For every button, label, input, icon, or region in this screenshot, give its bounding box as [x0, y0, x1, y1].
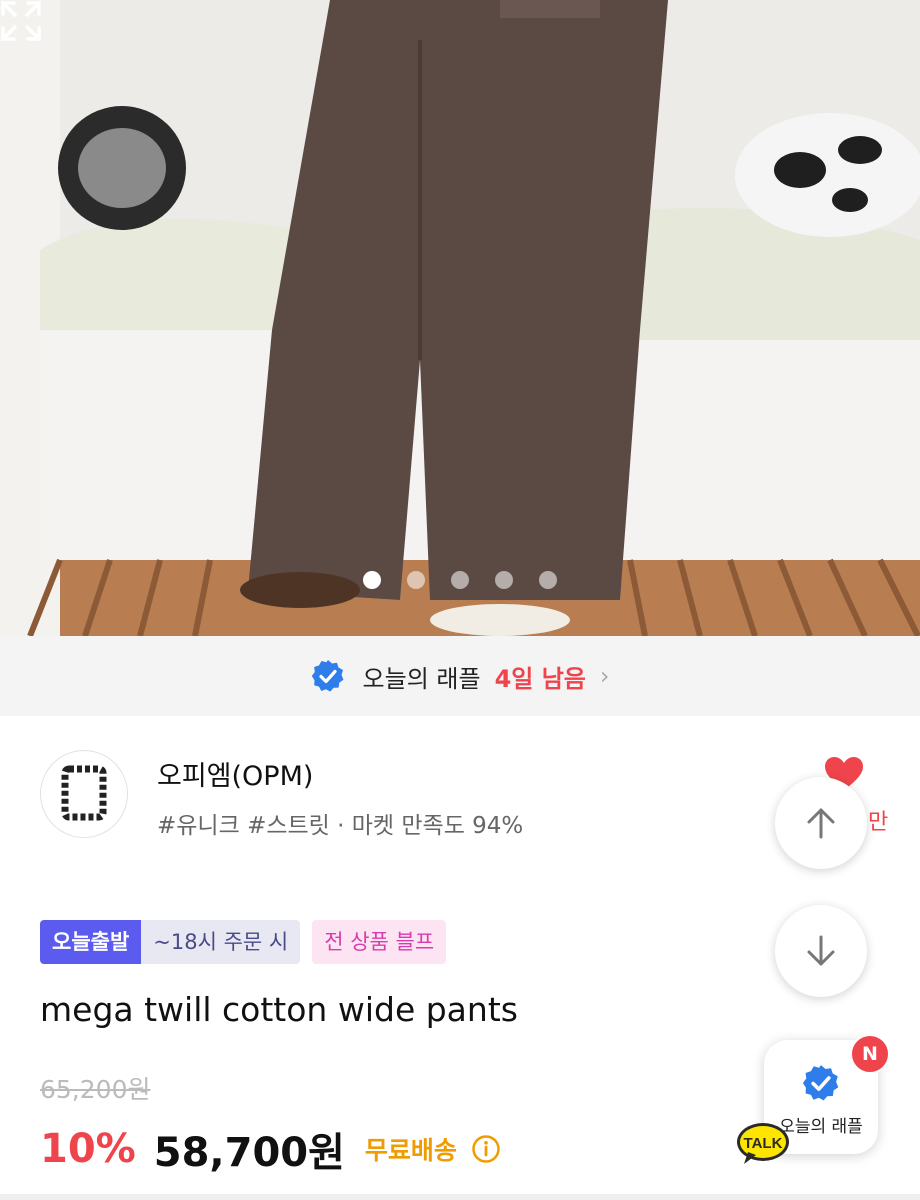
discount-rate: 10% [40, 1126, 136, 1172]
product-name: mega twill cotton wide pants [40, 990, 518, 1029]
today-ship-badge: 오늘출발 [40, 920, 142, 964]
gallery-dot[interactable] [539, 571, 557, 589]
sale-price: 58,700원 [153, 1130, 345, 1176]
gallery-dot[interactable] [495, 571, 513, 589]
badge-row: 오늘출발 ~18시 주문 시 전 상품 블프 [40, 920, 447, 964]
like-count-partial: 만 [868, 810, 889, 835]
info-icon[interactable] [471, 1134, 501, 1164]
scroll-top-button[interactable] [775, 777, 867, 869]
gallery-dot[interactable] [407, 571, 425, 589]
gallery-dot[interactable] [451, 571, 469, 589]
shop-tags: #유니크 #스트릿 · 마켓 만족도 94% [157, 813, 524, 839]
product-image[interactable] [0, 0, 920, 636]
expand-icon[interactable] [0, 0, 42, 42]
talk-label: TALK [744, 1135, 783, 1152]
verified-check-icon [802, 1065, 839, 1101]
raffle-label: 오늘의 래플 [362, 664, 481, 693]
chevron-right-icon: › [599, 662, 610, 690]
arrow-up-icon [807, 808, 835, 839]
raffle-banner[interactable]: 오늘의 래플 4일 남음 › [0, 636, 920, 716]
shop-logo[interactable] [40, 750, 128, 838]
shop-name[interactable]: 오피엠(OPM) [157, 754, 313, 793]
gallery-pagination[interactable] [0, 571, 920, 589]
free-shipping-label: 무료배송 [364, 1136, 457, 1165]
raffle-remaining: 4일 남음 [494, 664, 586, 693]
scroll-bottom-button[interactable] [775, 905, 867, 997]
gallery-dot-active[interactable] [363, 571, 381, 589]
product-photo-illustration [0, 0, 920, 636]
divider [0, 1194, 920, 1200]
arrow-down-icon [807, 935, 835, 966]
kakao-talk-icon[interactable]: TALK [736, 1122, 790, 1168]
new-badge: N [850, 1034, 890, 1074]
original-price: 65,200원 [40, 1075, 151, 1104]
order-deadline-badge: ~18시 주문 시 [141, 920, 301, 964]
promo-badge: 전 상품 블프 [312, 920, 447, 964]
shop-logo-frame-icon [61, 765, 107, 821]
verified-check-icon [311, 660, 344, 692]
price-row: 10% 58,700원 무료배송 [40, 1120, 501, 1178]
